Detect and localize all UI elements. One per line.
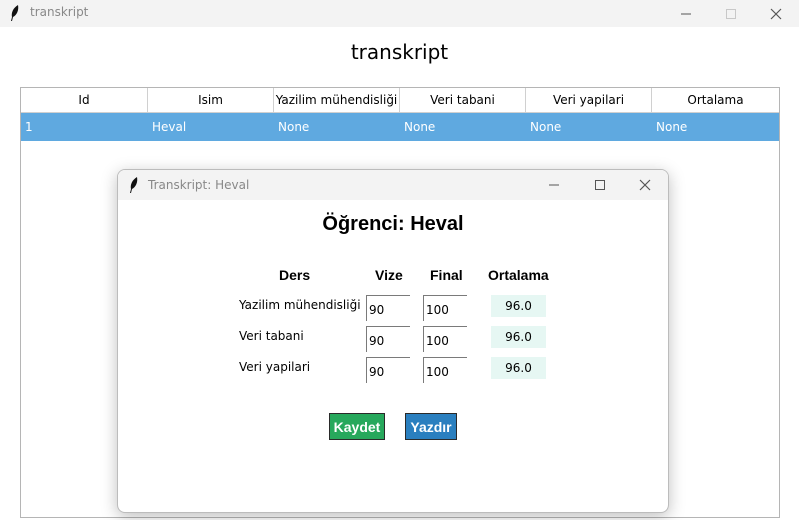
column-header-id[interactable]: Id <box>21 88 148 112</box>
table-row[interactable]: 1 Heval None None None None <box>21 113 779 141</box>
page-title: transkript <box>350 40 449 64</box>
maximize-button[interactable] <box>709 0 753 27</box>
column-header-ders: Ders <box>279 267 311 283</box>
dialog-title: Transkript: Heval <box>148 178 250 192</box>
maximize-icon <box>595 180 605 190</box>
column-header-ortalama[interactable]: Ortalama <box>652 88 779 112</box>
dialog-minimize-button[interactable] <box>532 170 576 200</box>
minimize-icon <box>681 13 691 14</box>
feather-icon <box>11 5 19 21</box>
vize-input-yazilim[interactable] <box>366 295 410 321</box>
column-header-isim[interactable]: Isim <box>148 88 274 112</box>
column-header-yazilim[interactable]: Yazilim mühendisliği <box>274 88 400 112</box>
column-header-veri-tabani[interactable]: Veri tabani <box>400 88 526 112</box>
maximize-icon <box>726 8 736 19</box>
close-button[interactable] <box>754 0 798 27</box>
column-header-ortalama: Ortalama <box>488 267 549 283</box>
save-button[interactable]: Kaydet <box>329 413 385 440</box>
cell-yazilim: None <box>278 120 310 134</box>
feather-icon <box>130 177 138 193</box>
window-title: transkript <box>30 5 89 19</box>
final-input-yazilim[interactable] <box>423 295 467 321</box>
cell-veri-tabani: None <box>404 120 436 134</box>
minimize-button[interactable] <box>664 0 708 27</box>
dialog-maximize-button[interactable] <box>578 170 622 200</box>
average-value-veri-tabani: 96.0 <box>491 326 546 348</box>
minimize-icon <box>549 184 559 186</box>
close-icon <box>770 8 782 19</box>
average-value-yazilim: 96.0 <box>491 295 546 317</box>
title-bar: transkript <box>0 0 799 27</box>
cell-ortalama: None <box>656 120 688 134</box>
student-heading: Öğrenci: Heval <box>322 213 464 235</box>
transcript-dialog[interactable]: Transkript: Heval Öğrenci: Heval Ders Vi… <box>117 169 669 513</box>
average-value-veri-yapilari: 96.0 <box>491 357 546 379</box>
final-input-veri-yapilari[interactable] <box>423 357 467 383</box>
column-header-veri-yapilari[interactable]: Veri yapilari <box>526 88 652 112</box>
course-label-yazilim: Yazilim mühendisliği <box>239 298 361 312</box>
course-label-veri-yapilari: Veri yapilari <box>239 360 311 374</box>
vize-input-veri-yapilari[interactable] <box>366 357 410 383</box>
column-header-vize: Vize <box>375 267 403 283</box>
print-button[interactable]: Yazdır <box>405 413 457 440</box>
final-input-veri-tabani[interactable] <box>423 326 467 352</box>
column-header-final: Final <box>430 267 463 283</box>
table-header: Id Isim Yazilim mühendisliği Veri tabani… <box>21 88 779 113</box>
course-label-veri-tabani: Veri tabani <box>239 329 304 343</box>
vize-input-veri-tabani[interactable] <box>366 326 410 352</box>
cell-veri-yapilari: None <box>530 120 562 134</box>
close-icon <box>639 179 651 191</box>
cell-isim: Heval <box>152 120 187 134</box>
dialog-close-button[interactable] <box>623 170 667 200</box>
cell-id: 1 <box>25 120 33 134</box>
dialog-title-bar: Transkript: Heval <box>118 170 668 200</box>
